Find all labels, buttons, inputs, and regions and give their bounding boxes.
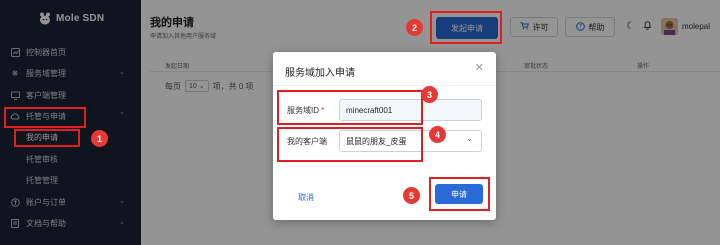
annotation-badge-3: 3 [421,86,438,103]
annotation-box-hosting [4,107,86,128]
annotation-badge-2: 2 [406,19,423,36]
annotation-badge-4: 4 [429,126,446,143]
annotation-box-submit [429,177,490,211]
dialog-title: 服务域加入申请 [285,68,355,79]
chevron-down-icon: ⌄ [466,134,473,143]
annotation-badge-1: 1 [91,130,108,147]
dialog-divider [273,85,496,86]
close-icon[interactable]: ✕ [475,61,484,74]
annotation-box-my-applications [14,129,80,147]
annotation-box-client [277,127,423,162]
annotation-box-apply [430,11,502,44]
cancel-button[interactable]: 取消 [298,192,314,203]
annotation-box-domain-id [277,90,423,125]
annotation-badge-5: 5 [403,187,420,204]
